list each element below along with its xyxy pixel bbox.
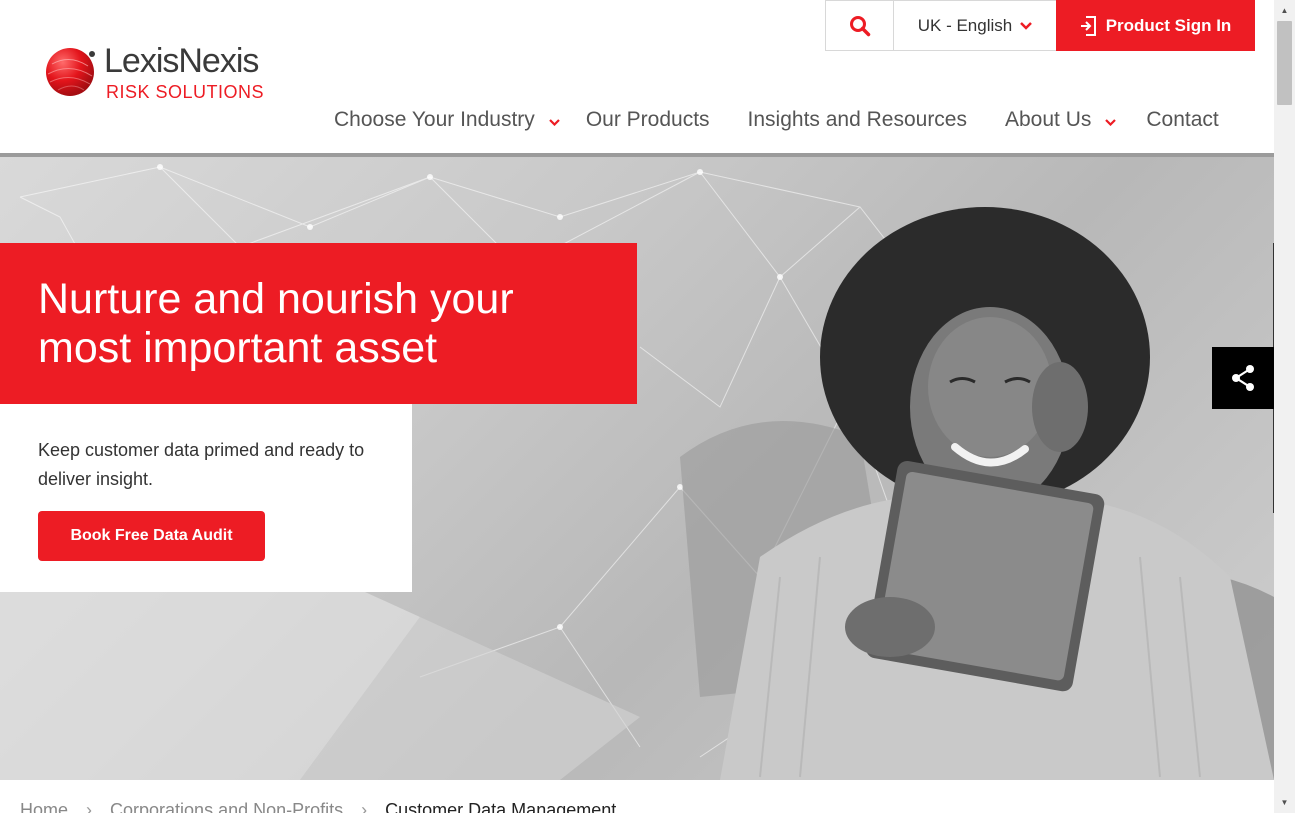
product-sign-in-button[interactable]: Product Sign In [1056, 0, 1255, 51]
chevron-down-icon [1020, 21, 1033, 30]
sign-in-icon [1080, 15, 1096, 36]
nav-label: Contact [1146, 108, 1219, 131]
language-selector[interactable]: UK - English [894, 0, 1056, 51]
search-icon [849, 15, 870, 36]
search-button[interactable] [825, 0, 894, 51]
utility-bar: UK - English Product Sign In [825, 0, 1255, 51]
sign-in-label: Product Sign In [1105, 15, 1232, 35]
scroll-up-arrow[interactable]: ▲ [1274, 0, 1295, 21]
page-scrollbar[interactable]: ▲ ▼ [1274, 0, 1295, 813]
nav-item-our-products[interactable]: Our Products [586, 108, 710, 132]
breadcrumb: Home › Corporations and Non-Profits › Cu… [20, 800, 616, 813]
nav-label: Insights and Resources [747, 108, 967, 131]
hero-body-panel: Keep customer data primed and ready to d… [0, 404, 412, 592]
hero-banner: Nurture and nourish your most important … [0, 157, 1274, 780]
nav-label: Our Products [585, 108, 710, 131]
scroll-down-arrow[interactable]: ▼ [1274, 792, 1295, 813]
breadcrumb-current: Customer Data Management [385, 800, 617, 813]
book-free-data-audit-button[interactable]: Book Free Data Audit [38, 511, 265, 561]
nav-label: About Us [1005, 108, 1092, 131]
site-header: LexisNexis RISK SOLUTIONS UK - English P… [0, 0, 1274, 157]
logo-subtitle: RISK SOLUTIONS [106, 82, 265, 102]
nav-item-about-us[interactable]: About Us [1005, 108, 1117, 132]
scroll-thumb[interactable] [1277, 21, 1292, 105]
headline-panel: Nurture and nourish your most important … [0, 243, 637, 404]
logo[interactable]: LexisNexis RISK SOLUTIONS [44, 42, 294, 104]
chevron-down-icon [1105, 118, 1117, 126]
hero-body-text: Keep customer data primed and ready to d… [38, 440, 365, 489]
breadcrumb-corporations[interactable]: Corporations and Non-Profits [110, 800, 343, 813]
nav-item-insights[interactable]: Insights and Resources [748, 108, 967, 132]
share-button[interactable] [1212, 347, 1274, 409]
breadcrumb-separator: › [361, 800, 368, 813]
nav-item-contact[interactable]: Contact [1146, 108, 1218, 132]
share-icon [1232, 365, 1254, 391]
main-nav: Choose Your Industry Our Products Insigh… [334, 102, 1219, 138]
hero-headline: Nurture and nourish your most important … [38, 275, 514, 372]
nav-item-choose-industry[interactable]: Choose Your Industry [334, 108, 560, 132]
breadcrumb-separator: › [86, 800, 93, 813]
logo-wordmark: LexisNexis [104, 42, 259, 80]
chevron-down-icon [549, 118, 560, 126]
language-label: UK - English [917, 15, 1013, 35]
nav-label: Choose Your Industry [334, 108, 535, 131]
logo-globe-icon [46, 48, 95, 96]
breadcrumb-home[interactable]: Home [20, 800, 68, 813]
